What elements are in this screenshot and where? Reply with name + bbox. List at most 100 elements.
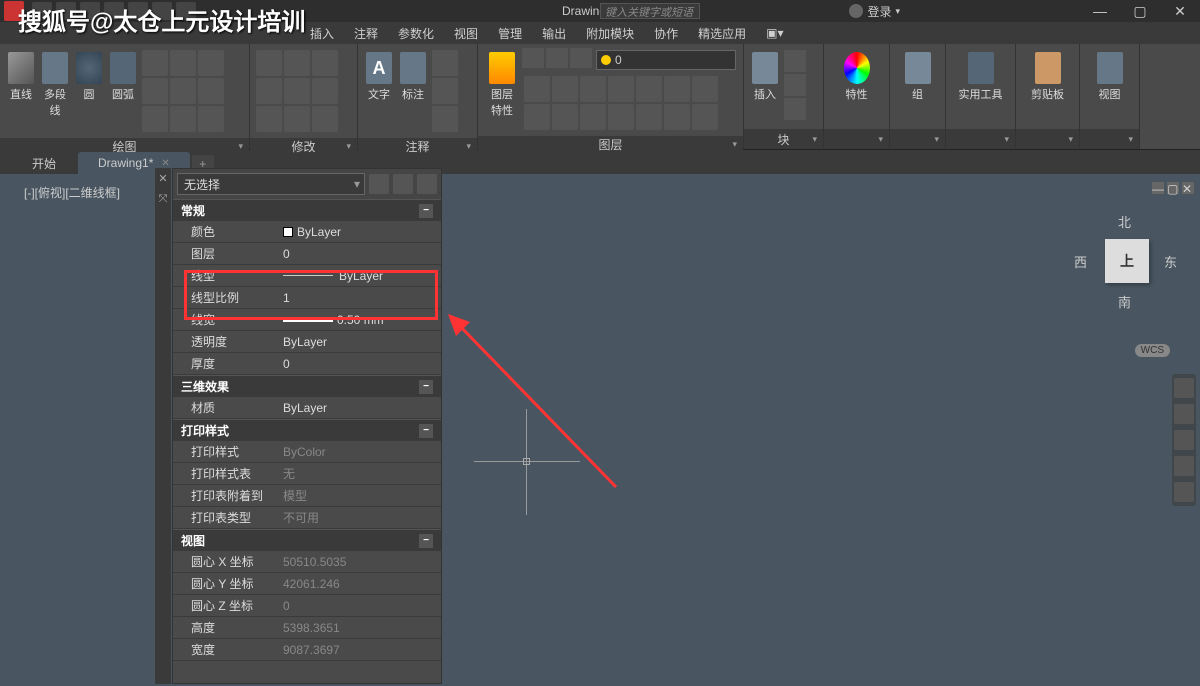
cube-east[interactable]: 东 (1164, 252, 1177, 271)
cube-north[interactable]: 北 (1118, 212, 1131, 231)
tab-featured[interactable]: 精选应用 (688, 22, 756, 44)
category-plot[interactable]: 打印样式− (173, 419, 441, 441)
panel-title-group[interactable] (890, 129, 945, 149)
tab-view[interactable]: 视图 (444, 22, 488, 44)
tab-start[interactable]: 开始 (12, 152, 76, 174)
view-button[interactable]: 视图 (1084, 48, 1135, 106)
tab-collab[interactable]: 协作 (644, 22, 688, 44)
prop-plottype[interactable]: 打印表类型不可用 (173, 507, 441, 529)
panel-title-view[interactable] (1080, 129, 1139, 149)
panel-title-annot[interactable]: 注释 (358, 138, 477, 155)
wcs-badge[interactable]: WCS (1135, 344, 1170, 357)
palette-pin-icon[interactable]: ⤧ (159, 193, 168, 206)
maximize-button[interactable]: ▢ (1120, 0, 1160, 22)
tab-close-icon[interactable]: ✕ (161, 158, 169, 169)
vp-close-icon[interactable]: ✕ (1182, 182, 1194, 194)
draw-tool-icon[interactable] (198, 78, 224, 104)
draw-tool-icon[interactable] (142, 78, 168, 104)
layer-tool-icon[interactable] (552, 76, 578, 102)
nav-wheel-icon[interactable] (1174, 378, 1194, 398)
layer-tool-icon[interactable] (546, 48, 568, 68)
prop-thickness[interactable]: 厚度0 (173, 353, 441, 375)
category-3d[interactable]: 三维效果− (173, 375, 441, 397)
view-cube[interactable]: 北 南 西 东 上 (1070, 204, 1180, 334)
panel-title-util[interactable] (946, 129, 1015, 149)
layer-tool-icon[interactable] (524, 104, 550, 130)
text-button[interactable]: A文字 (362, 48, 396, 106)
modify-tool-icon[interactable] (284, 78, 310, 104)
layer-combo[interactable]: 0 (596, 50, 736, 70)
modify-tool-icon[interactable] (284, 106, 310, 132)
layer-tool-icon[interactable] (552, 104, 578, 130)
circle-button[interactable]: 圆 (72, 48, 106, 106)
draw-tool-icon[interactable] (198, 50, 224, 76)
line-button[interactable]: 直线 (4, 48, 38, 106)
prop-material[interactable]: 材质ByLayer (173, 397, 441, 419)
category-general[interactable]: 常规− (173, 199, 441, 221)
layer-tool-icon[interactable] (522, 48, 544, 68)
tab-options-icon[interactable]: ▣▾ (756, 22, 793, 44)
block-tool-icon[interactable] (784, 50, 806, 72)
draw-tool-icon[interactable] (142, 50, 168, 76)
layer-tool-icon[interactable] (608, 76, 634, 102)
prop-plottable[interactable]: 打印样式表无 (173, 463, 441, 485)
insert-button[interactable]: 插入 (748, 48, 782, 106)
layer-tool-icon[interactable] (636, 104, 662, 130)
prop-transparency[interactable]: 透明度ByLayer (173, 331, 441, 353)
properties-button[interactable]: 特性 (828, 48, 885, 106)
quick-select-icon[interactable] (369, 174, 389, 194)
tab-annotate[interactable]: 注释 (344, 22, 388, 44)
panel-title-modify[interactable]: 修改 (250, 138, 357, 155)
draw-tool-icon[interactable] (198, 106, 224, 132)
arc-button[interactable]: 圆弧 (106, 48, 140, 106)
layer-tool-icon[interactable] (570, 48, 592, 68)
group-button[interactable]: 组 (894, 48, 941, 106)
tab-output[interactable]: 输出 (532, 22, 576, 44)
properties-palette-strip[interactable]: ✕ ⤧ (155, 168, 171, 684)
draw-tool-icon[interactable] (142, 106, 168, 132)
panel-title-clip[interactable] (1016, 129, 1079, 149)
annot-tool-icon[interactable] (432, 50, 458, 76)
prop-center-x[interactable]: 圆心 X 坐标50510.5035 (173, 551, 441, 573)
layer-tool-icon[interactable] (608, 104, 634, 130)
draw-tool-icon[interactable] (170, 50, 196, 76)
nav-zoom-icon[interactable] (1174, 430, 1194, 450)
layer-tool-icon[interactable] (524, 76, 550, 102)
prop-center-z[interactable]: 圆心 Z 坐标0 (173, 595, 441, 617)
layer-tool-icon[interactable] (664, 104, 690, 130)
layer-tool-icon[interactable] (580, 104, 606, 130)
polyline-button[interactable]: 多段线 (38, 48, 72, 122)
layer-tool-icon[interactable] (580, 76, 606, 102)
nav-pan-icon[interactable] (1174, 404, 1194, 424)
tab-insert[interactable]: 插入 (300, 22, 344, 44)
cube-west[interactable]: 西 (1074, 252, 1087, 271)
prop-width[interactable]: 宽度9087.3697 (173, 639, 441, 661)
prop-plotattach[interactable]: 打印表附着到模型 (173, 485, 441, 507)
modify-tool-icon[interactable] (284, 50, 310, 76)
draw-tool-icon[interactable] (170, 78, 196, 104)
layer-tool-icon[interactable] (692, 76, 718, 102)
nav-showmotion-icon[interactable] (1174, 482, 1194, 502)
prop-center-y[interactable]: 圆心 Y 坐标42061.246 (173, 573, 441, 595)
annot-tool-icon[interactable] (432, 106, 458, 132)
prop-height[interactable]: 高度5398.3651 (173, 617, 441, 639)
select-objects-icon[interactable] (393, 174, 413, 194)
viewport-label[interactable]: [-][俯视][二维线框] (24, 184, 120, 201)
panel-title-block[interactable]: 块 (744, 129, 823, 149)
panel-title-layers[interactable]: 图层 (478, 136, 743, 153)
category-view[interactable]: 视图− (173, 529, 441, 551)
prop-layer[interactable]: 图层0 (173, 243, 441, 265)
palette-close-icon[interactable]: ✕ (158, 172, 167, 185)
panel-title-props[interactable] (824, 129, 889, 149)
modify-tool-icon[interactable] (256, 50, 282, 76)
close-button[interactable]: ✕ (1160, 0, 1200, 22)
modify-tool-icon[interactable] (312, 50, 338, 76)
tab-addins[interactable]: 附加模块 (576, 22, 644, 44)
search-input[interactable]: 键入关键字或短语 (600, 3, 700, 19)
tab-parametric[interactable]: 参数化 (388, 22, 444, 44)
vp-min-icon[interactable]: — (1152, 182, 1164, 194)
pickadd-icon[interactable] (417, 174, 437, 194)
layer-tool-icon[interactable] (636, 76, 662, 102)
utilities-button[interactable]: 实用工具 (950, 48, 1011, 106)
cube-south[interactable]: 南 (1118, 292, 1131, 311)
